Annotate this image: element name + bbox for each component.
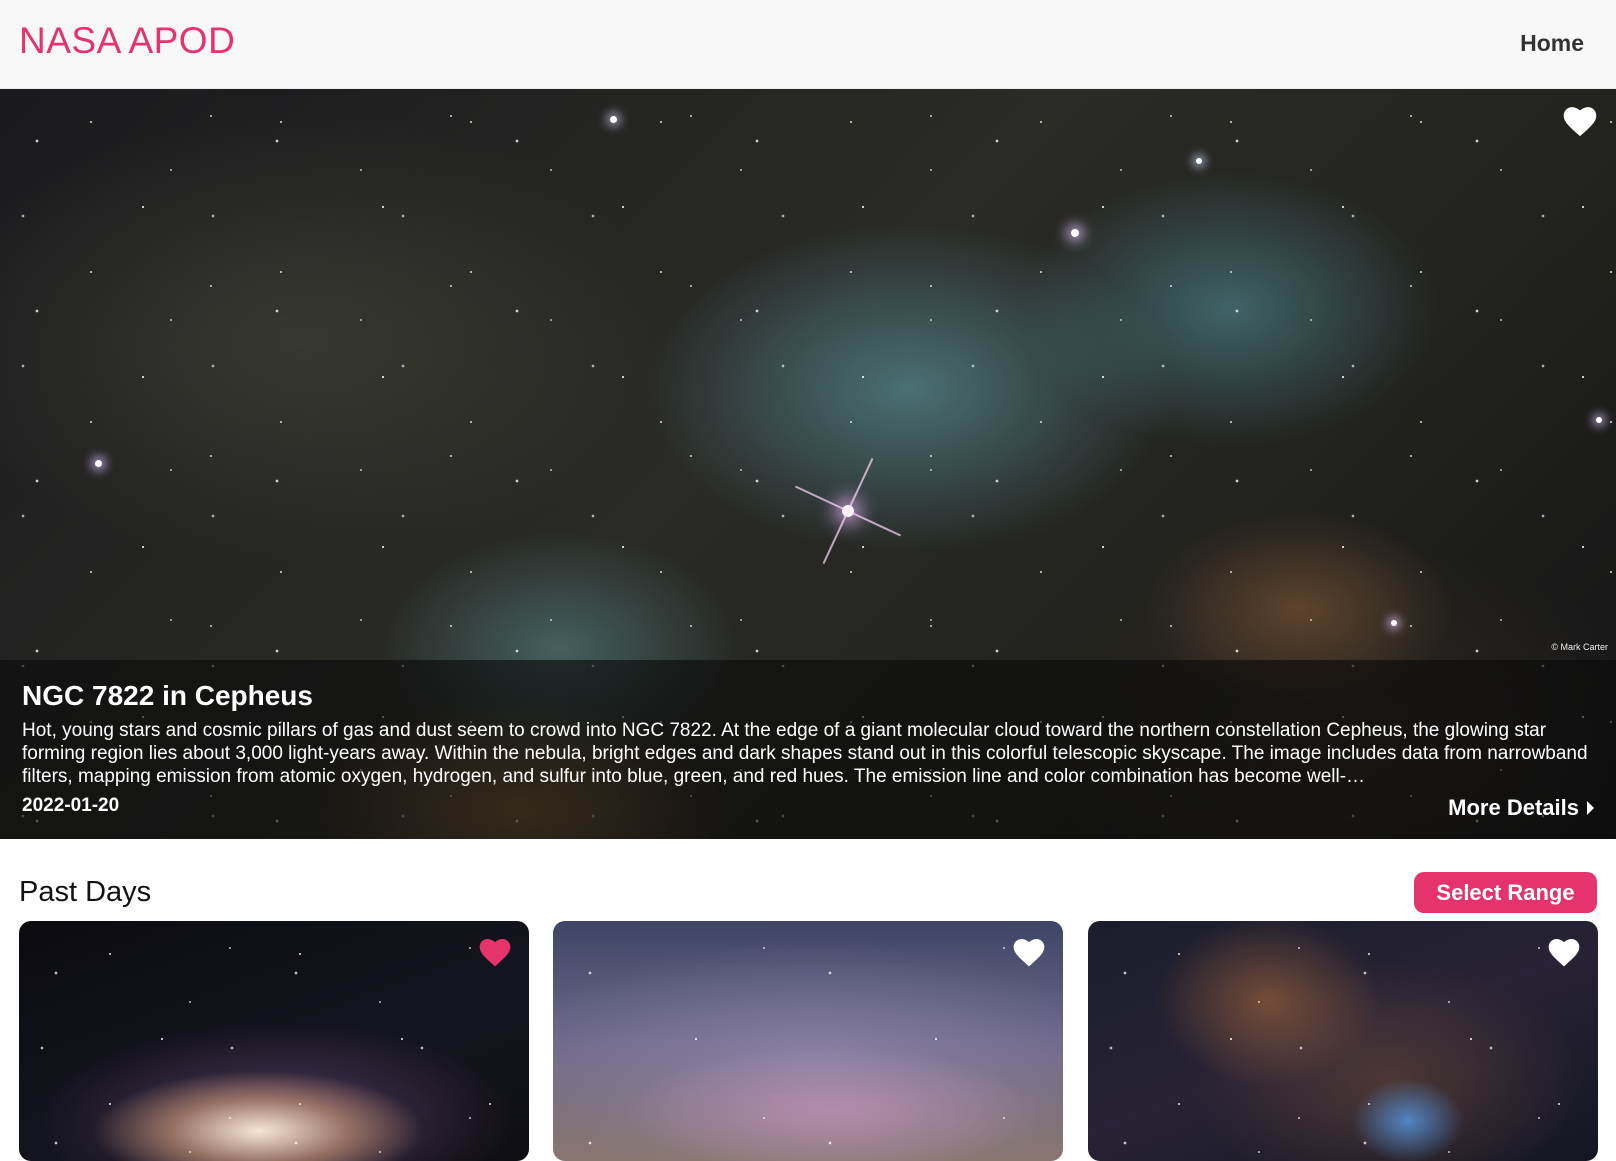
hero-apod[interactable]: © Mark Carter NGC 7822 in Cepheus Hot, y… [0, 89, 1616, 839]
favorite-heart-icon[interactable] [1563, 107, 1597, 137]
nav-home-link[interactable]: Home [1520, 30, 1584, 57]
brand-logo[interactable]: NASA APOD [19, 20, 235, 62]
card-starfield [553, 921, 1063, 1161]
hero-title: NGC 7822 in Cepheus [22, 680, 313, 711]
bright-star [1196, 158, 1202, 164]
bright-star [610, 116, 617, 123]
bright-star [1391, 620, 1397, 626]
past-day-card[interactable] [1088, 921, 1598, 1161]
past-day-card[interactable] [19, 921, 529, 1161]
bright-star [1071, 229, 1079, 237]
more-details-label: More Details [1448, 795, 1579, 820]
past-day-card[interactable] [553, 921, 1063, 1161]
hero-caption: NGC 7822 in Cepheus Hot, young stars and… [0, 660, 1616, 839]
favorite-heart-icon[interactable] [1548, 939, 1580, 967]
hero-description: Hot, young stars and cosmic pillars of g… [22, 720, 1588, 787]
card-starfield-secondary [1088, 921, 1598, 1161]
more-details-link[interactable]: More Details [1448, 795, 1594, 821]
favorite-heart-icon[interactable] [1013, 939, 1045, 967]
bright-star [95, 460, 102, 467]
image-credit: © Mark Carter [1551, 642, 1608, 652]
chevron-right-icon [1587, 801, 1594, 815]
select-range-button[interactable]: Select Range [1414, 872, 1597, 913]
bright-star [1596, 417, 1602, 423]
top-bar: NASA APOD Home [0, 0, 1616, 89]
favorite-heart-icon[interactable] [479, 939, 511, 967]
past-days-title: Past Days [19, 876, 152, 908]
hero-date: 2022-01-20 [22, 795, 120, 816]
card-starfield-secondary [19, 921, 529, 1161]
